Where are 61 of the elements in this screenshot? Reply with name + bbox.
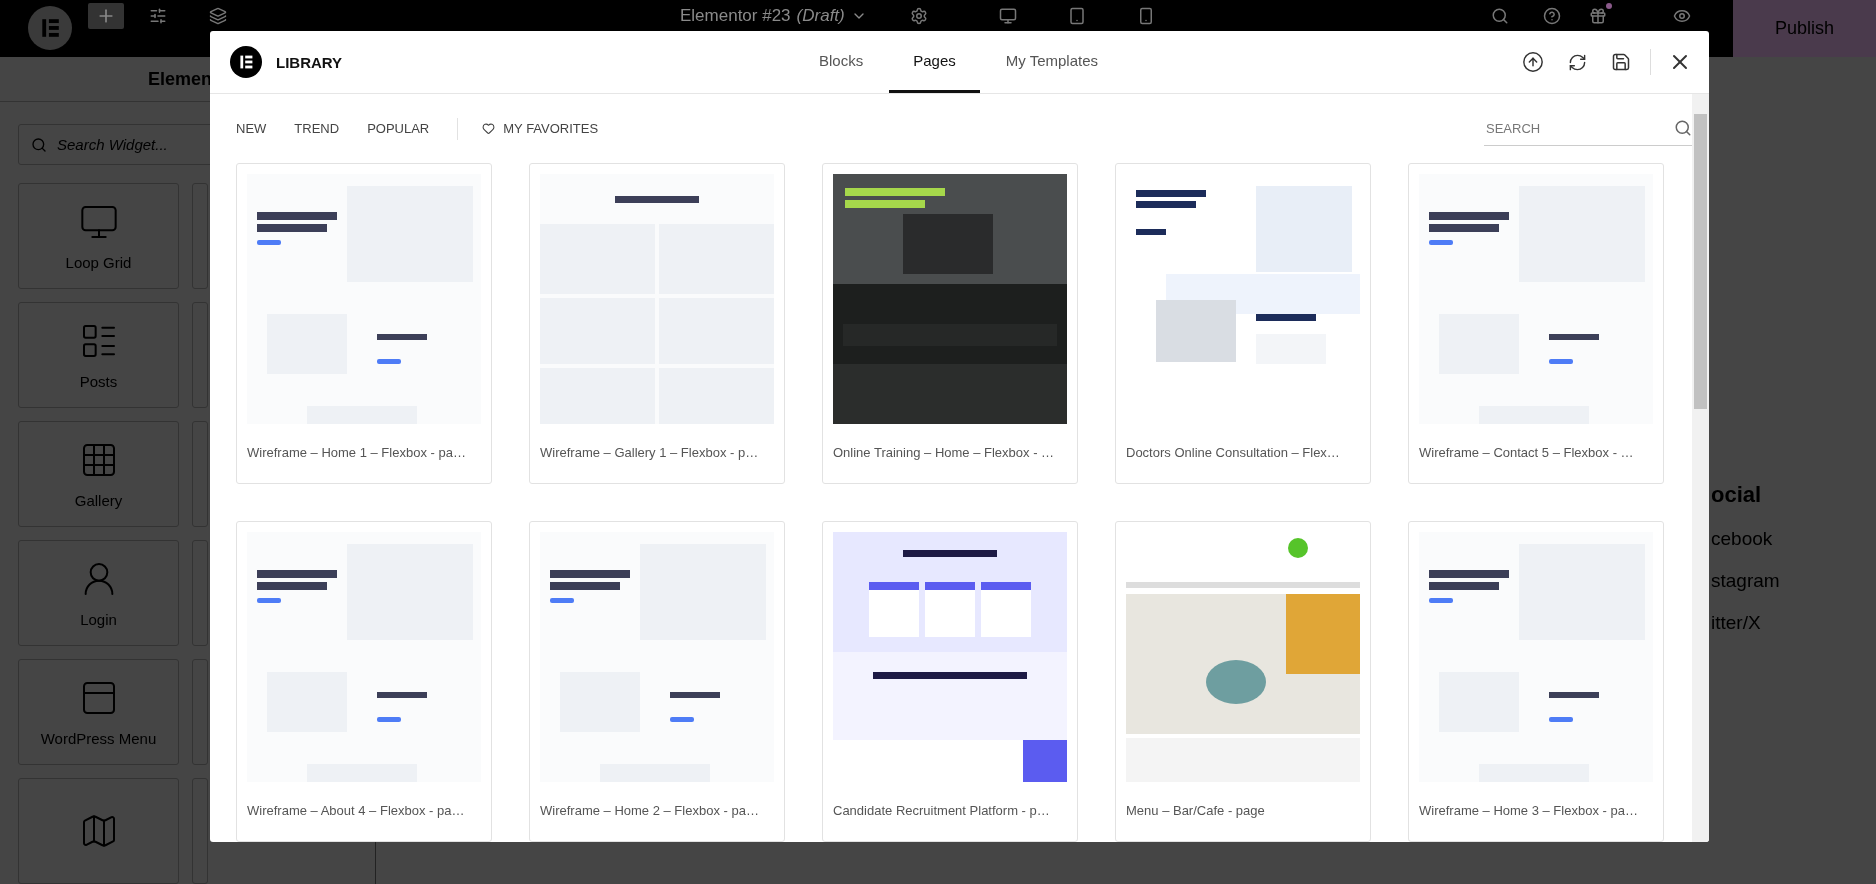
template-title: Wireframe – About 4 – Flexbox - pa… xyxy=(247,803,466,818)
template-title: Wireframe – Gallery 1 – Flexbox - p… xyxy=(540,445,760,460)
library-title: LIBRARY xyxy=(276,53,343,71)
filter-link[interactable]: NEW xyxy=(236,121,267,136)
widget-label: Posts xyxy=(79,372,118,390)
scrollbar-thumb[interactable] xyxy=(1694,114,1707,409)
elementor-logo-icon xyxy=(28,6,72,50)
elementor-logo-icon xyxy=(230,46,262,78)
section-heading: ocial xyxy=(1711,482,1763,508)
scrollbar[interactable] xyxy=(1692,94,1709,842)
eye-icon xyxy=(1672,7,1691,25)
add-button[interactable] xyxy=(88,3,124,29)
desktop-icon xyxy=(998,7,1017,25)
template-title: Wireframe – Home 2 – Flexbox - pa… xyxy=(540,803,760,818)
document-name: Elementor #23 xyxy=(680,6,791,26)
template-card[interactable]: Wireframe – About 4 – Flexbox - pa… xyxy=(236,521,492,842)
template-title: Wireframe – Home 3 – Flexbox - pa… xyxy=(1419,803,1639,818)
document-status: (Draft) xyxy=(796,6,845,26)
template-title: Candidate Recruitment Platform - p… xyxy=(833,803,1051,818)
filter-link[interactable]: POPULAR xyxy=(367,121,430,136)
document-title[interactable]: Elementor #23 (Draft) xyxy=(680,5,867,27)
library-tab[interactable]: Blocks xyxy=(795,31,888,93)
template-title: Wireframe – Home 1 – Flexbox - pa… xyxy=(247,445,467,460)
search-icon xyxy=(1674,119,1692,137)
upload-icon xyxy=(1522,51,1544,73)
heart-icon xyxy=(482,122,496,135)
widget-label: Gallery xyxy=(74,491,123,509)
template-title: Doctors Online Consultation – Flex… xyxy=(1126,445,1341,460)
help-icon xyxy=(1542,7,1561,25)
widget-search-field[interactable]: Search Widget... xyxy=(55,135,344,155)
template-card[interactable]: Online Training – Home – Flexbox - … xyxy=(822,163,1078,484)
notification-dot xyxy=(1605,3,1612,9)
template-card[interactable]: Wireframe – Home 1 – Flexbox - pa… xyxy=(236,163,492,484)
search-icon xyxy=(31,136,47,153)
template-title: Wireframe – Contact 5 – Flexbox - … xyxy=(1419,445,1635,460)
widget-label: Login xyxy=(80,610,117,628)
sliders-icon xyxy=(149,7,167,25)
template-card[interactable]: Wireframe – Home 3 – Flexbox - pa… xyxy=(1408,521,1664,842)
save-icon xyxy=(1611,52,1631,72)
search-icon xyxy=(1490,7,1509,25)
template-card[interactable]: Candidate Recruitment Platform - p… xyxy=(822,521,1078,842)
library-tab[interactable]: Pages xyxy=(889,31,980,93)
gift-icon xyxy=(1588,7,1607,25)
widget-label: Loop Grid xyxy=(65,253,132,271)
template-title: Online Training – Home – Flexbox - … xyxy=(833,445,1056,460)
widget-label: WordPress Menu xyxy=(40,729,157,747)
template-card[interactable]: Doctors Online Consultation – Flex… xyxy=(1115,163,1371,484)
template-title: Menu – Bar/Cafe - page xyxy=(1126,803,1266,818)
template-card[interactable]: Wireframe – Contact 5 – Flexbox - … xyxy=(1408,163,1664,484)
sync-icon xyxy=(1567,52,1587,72)
template-card[interactable]: Wireframe – Gallery 1 – Flexbox - p… xyxy=(529,163,785,484)
template-search-field[interactable]: SEARCH xyxy=(1484,119,1674,137)
filter-link[interactable]: TREND xyxy=(294,121,340,136)
panel-title: Elemen xyxy=(148,68,213,90)
tablet-icon xyxy=(1067,7,1086,25)
template-card[interactable]: Wireframe – Home 2 – Flexbox - pa… xyxy=(529,521,785,842)
layers-icon xyxy=(209,7,227,25)
favorites-filter[interactable]: MY FAVORITES xyxy=(482,121,599,136)
library-tab[interactable]: My Templates xyxy=(981,31,1122,93)
settings-icon xyxy=(909,7,928,25)
template-card[interactable]: Menu – Bar/Cafe - page xyxy=(1115,521,1371,842)
